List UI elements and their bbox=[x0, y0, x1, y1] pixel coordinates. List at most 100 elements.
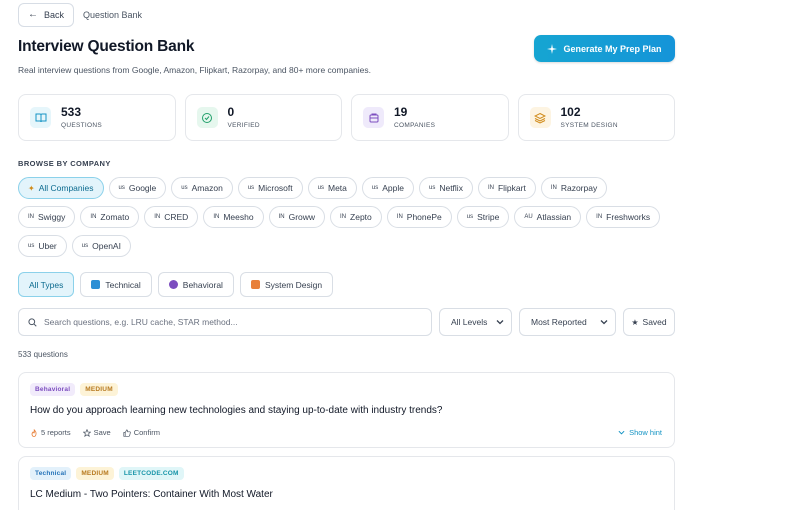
reports-label: 5 reports bbox=[41, 428, 71, 437]
country-code: AU bbox=[524, 214, 533, 220]
chip-netflix[interactable]: us Netflix bbox=[418, 177, 473, 199]
country-code: us bbox=[81, 243, 89, 249]
tab-behavioral[interactable]: Behavioral bbox=[157, 272, 234, 297]
difficulty-tag: MEDIUM bbox=[80, 383, 118, 396]
chip-label: Razorpay bbox=[560, 183, 598, 193]
level-select-value: All Levels bbox=[451, 317, 488, 327]
country-code: IN bbox=[396, 214, 403, 220]
generate-prep-plan-button[interactable]: Generate My Prep Plan bbox=[534, 35, 675, 62]
page-title: Interview Question Bank bbox=[18, 38, 195, 55]
confirm-button[interactable]: Confirm bbox=[123, 428, 160, 437]
chip-label: Swiggy bbox=[38, 212, 66, 222]
chip-cred[interactable]: IN CRED bbox=[144, 206, 199, 228]
type-tag: Behavioral bbox=[30, 383, 76, 396]
chip-label: Amazon bbox=[191, 183, 223, 193]
chip-label: CRED bbox=[164, 212, 189, 222]
chip-uber[interactable]: us Uber bbox=[18, 235, 67, 257]
country-code: IN bbox=[213, 214, 220, 220]
chip-label: Meesho bbox=[223, 212, 254, 222]
search-icon bbox=[28, 317, 37, 327]
tab-system-design[interactable]: System Design bbox=[239, 272, 334, 297]
save-button[interactable]: Save bbox=[82, 428, 111, 437]
question-type-tabs: All Types Technical Behavioral System De… bbox=[18, 272, 334, 297]
chip-freshworks[interactable]: IN Freshworks bbox=[586, 206, 661, 228]
results-count: 533 questions bbox=[18, 350, 68, 359]
chip-stripe[interactable]: us Stripe bbox=[456, 206, 510, 228]
chip-swiggy[interactable]: IN Swiggy bbox=[18, 206, 76, 228]
chip-label: Google bbox=[128, 183, 157, 193]
chip-zepto[interactable]: IN Zepto bbox=[330, 206, 382, 228]
chip-label: Stripe bbox=[477, 212, 500, 222]
stat-label: COMPANIES bbox=[394, 122, 436, 130]
chip-label: All Companies bbox=[38, 183, 94, 193]
chip-meta[interactable]: us Meta bbox=[307, 177, 357, 199]
architecture-icon bbox=[250, 280, 260, 289]
chip-groww[interactable]: IN Groww bbox=[268, 206, 326, 228]
stat-label: QUESTIONS bbox=[61, 122, 102, 130]
star-icon: ★ bbox=[631, 317, 639, 327]
search-box bbox=[18, 308, 432, 336]
tab-all-types[interactable]: All Types bbox=[18, 272, 75, 297]
type-tag: Technical bbox=[30, 467, 72, 480]
stat-label: VERIFIED bbox=[227, 122, 260, 130]
source-tag: LEETCODE.COM bbox=[118, 467, 184, 480]
chip-google[interactable]: us Google bbox=[108, 177, 167, 199]
chip-amazon[interactable]: us Amazon bbox=[171, 177, 233, 199]
arrow-left-icon: ← bbox=[28, 9, 38, 20]
saved-label: Saved bbox=[642, 317, 667, 327]
page-subtitle: Real interview questions from Google, Am… bbox=[18, 65, 371, 75]
country-code: IN bbox=[550, 185, 557, 191]
chip-flipkart[interactable]: IN Flipkart bbox=[477, 177, 536, 199]
chip-openai[interactable]: us OpenAI bbox=[71, 235, 131, 257]
question-card[interactable]: Behavioral MEDIUM How do you approach le… bbox=[18, 372, 675, 448]
stat-label: SYSTEM DESIGN bbox=[560, 122, 618, 130]
tag-list: Behavioral MEDIUM bbox=[30, 383, 118, 396]
stat-companies: 19 COMPANIES bbox=[351, 94, 509, 141]
chip-label: Apple bbox=[382, 183, 404, 193]
sort-select[interactable]: Most Reported bbox=[519, 308, 616, 336]
chip-label: OpenAI bbox=[92, 241, 121, 251]
chip-label: Microsoft bbox=[258, 183, 293, 193]
thumbs-up-icon bbox=[123, 428, 131, 437]
browse-by-company-label: BROWSE BY COMPANY bbox=[18, 159, 111, 168]
chip-meesho[interactable]: IN Meesho bbox=[203, 206, 264, 228]
country-code: us bbox=[466, 214, 474, 220]
chip-atlassian[interactable]: AU Atlassian bbox=[514, 206, 582, 228]
level-select[interactable]: All Levels bbox=[439, 308, 512, 336]
laptop-icon bbox=[91, 280, 101, 289]
company-chips-row-3: us Uber us OpenAI bbox=[18, 235, 131, 257]
generate-prep-plan-label: Generate My Prep Plan bbox=[563, 43, 662, 54]
chip-all-companies[interactable]: ✦ All Companies bbox=[18, 177, 104, 199]
stat-value: 533 bbox=[61, 104, 82, 119]
country-code: IN bbox=[596, 214, 603, 220]
stat-value: 102 bbox=[560, 104, 581, 119]
stat-system-design: 102 SYSTEM DESIGN bbox=[517, 94, 675, 141]
chevron-down-icon bbox=[618, 430, 625, 435]
sparkle-icon: ✦ bbox=[28, 183, 35, 193]
question-card[interactable]: Technical MEDIUM LEETCODE.COM LC Medium … bbox=[18, 456, 675, 510]
country-code: IN bbox=[154, 214, 161, 220]
saved-button[interactable]: ★ Saved bbox=[623, 308, 675, 336]
chip-label: Atlassian bbox=[536, 212, 572, 222]
building-icon bbox=[363, 107, 384, 128]
chevron-down-icon bbox=[496, 320, 504, 325]
question-text: LC Medium - Two Pointers: Container With… bbox=[30, 489, 273, 500]
tab-label: Technical bbox=[105, 279, 141, 290]
flame-icon bbox=[31, 428, 37, 437]
chip-label: Zomato bbox=[100, 212, 130, 222]
chip-apple[interactable]: us Apple bbox=[361, 177, 414, 199]
tab-technical[interactable]: Technical bbox=[80, 272, 152, 297]
tag-list: Technical MEDIUM LEETCODE.COM bbox=[30, 467, 184, 480]
country-code: IN bbox=[90, 214, 97, 220]
save-label: Save bbox=[93, 428, 111, 437]
back-button[interactable]: ← Back bbox=[18, 3, 75, 27]
book-icon bbox=[30, 107, 51, 128]
breadcrumb-current: Question Bank bbox=[83, 10, 143, 20]
chip-microsoft[interactable]: us Microsoft bbox=[237, 177, 303, 199]
show-hint-button[interactable]: Show hint bbox=[618, 428, 662, 437]
chip-phonepe[interactable]: IN PhonePe bbox=[386, 206, 452, 228]
search-input[interactable] bbox=[44, 317, 404, 327]
chip-zomato[interactable]: IN Zomato bbox=[80, 206, 140, 228]
chip-razorpay[interactable]: IN Razorpay bbox=[540, 177, 608, 199]
company-chips-row-1: ✦ All Companies us Google us Amazon us Micr… bbox=[18, 177, 608, 199]
